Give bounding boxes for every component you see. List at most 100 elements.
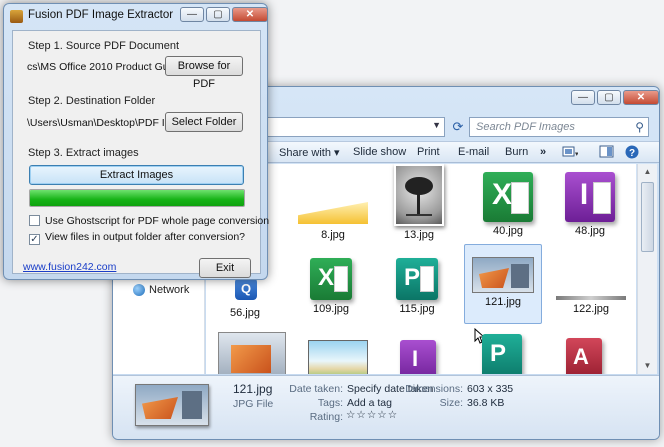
strip-image-thumbnail [556,296,626,300]
extract-images-button[interactable]: Extract Images [29,165,244,185]
infopath-icon: I [565,172,615,222]
step3-label: Step 3. Extract images [28,147,139,159]
search-icon[interactable]: ⚲ [635,120,644,134]
rating-label: Rating: [309,411,343,423]
network-icon [133,284,145,297]
publisher-p-icon: P [403,264,420,291]
search-input[interactable]: Search PDF Images ⚲ [469,117,649,137]
star-icon[interactable]: ☆ [346,409,356,421]
maximize-button[interactable]: ▢ [206,7,230,22]
excel-icon: X [310,258,352,300]
minimize-button[interactable]: — [571,90,595,105]
step1-label: Step 1. Source PDF Document [28,40,180,52]
file-name: 40.jpg [493,225,523,237]
view-options-icon[interactable]: ▾ [562,145,579,159]
file-name: 8.jpg [321,229,345,241]
help-icon[interactable]: ? [625,145,641,159]
star-icon[interactable]: ☆ [356,409,366,421]
date-taken-label: Date taken: [289,383,343,395]
excel-x-icon: X [491,178,512,211]
infopath-i-icon: I [411,346,419,371]
svg-text:?: ? [629,148,635,159]
checkbox-box[interactable]: ✓ [29,234,40,245]
maximize-button[interactable]: ▢ [597,90,621,105]
scroll-down-icon[interactable]: ▼ [638,358,657,374]
file-item[interactable]: P 115.jpg [378,252,456,315]
print-button[interactable]: Print [417,146,440,158]
star-icon[interactable]: ☆ [377,409,387,421]
file-item[interactable]: I 48.jpg [551,172,629,237]
close-button[interactable]: ✕ [232,7,268,22]
dialog-body: Step 1. Source PDF Document cs\MS Office… [12,30,269,278]
file-item[interactable]: 13.jpg [380,164,458,241]
star-icon[interactable]: ☆ [367,409,377,421]
preview-pane-icon[interactable] [599,145,615,159]
exit-button[interactable]: Exit [199,258,251,278]
website-link[interactable]: www.fusion242.com [23,261,116,273]
search-placeholder: Search PDF Images [476,121,575,133]
file-view: 8.jpg 13.jpg X 40.jpg I 48.jpg Q 56.jpg … [206,164,636,374]
progress-fill [30,190,244,206]
nav-item-network[interactable]: Network [133,284,190,297]
share-with-menu[interactable]: Share with ▾ [279,146,340,159]
tags-label: Tags: [317,397,343,409]
file-name: 115.jpg [399,303,435,315]
app-icon [10,10,23,23]
file-item[interactable]: X 109.jpg [292,252,370,315]
scrollbar-thumb[interactable] [641,182,654,252]
extractor-dialog: Fusion PDF Image Extractor — ▢ ✕ Step 1.… [3,3,269,280]
file-name: 121.jpg [484,296,522,308]
browse-pdf-button[interactable]: Browse for PDF [165,56,243,90]
close-button[interactable]: ✕ [623,90,659,105]
size-label: Size: [439,397,463,409]
star-icon[interactable]: ☆ [388,409,398,421]
more-commands-button[interactable]: » [540,146,546,158]
file-item[interactable]: 122.jpg [552,252,630,315]
rating-stars[interactable]: ☆☆☆☆☆ [346,409,398,421]
select-folder-button[interactable]: Select Folder [165,112,243,132]
publisher-p-icon: P [489,340,506,367]
view-files-checkbox[interactable]: ✓ View files in output folder after conve… [29,231,245,245]
file-item[interactable]: X 40.jpg [469,172,547,237]
office-screenshot-thumbnail[interactable] [218,332,286,374]
dialog-title: Fusion PDF Image Extractor [28,9,174,21]
burn-button[interactable]: Burn [505,146,528,158]
access-a-icon: A [573,344,589,369]
infopath-i-icon: I [579,178,589,211]
image-thumbnail [298,172,368,226]
publisher-icon: P [396,258,438,300]
publisher-icon[interactable]: P [482,334,522,374]
email-button[interactable]: E-mail [458,146,489,158]
scroll-up-icon[interactable]: ▲ [638,164,657,180]
share-with-label: Share with [279,147,331,159]
dialog-window-controls: — ▢ ✕ [180,7,268,22]
refresh-icon[interactable]: ⟳ [449,119,467,135]
file-name: 56.jpg [230,307,260,319]
explorer-window-controls: — ▢ ✕ [571,90,659,105]
details-thumbnail [135,384,209,426]
access-icon[interactable]: A [566,338,602,374]
details-pane: 121.jpg JPG File Date taken: Specify dat… [113,375,659,439]
chevron-down-icon[interactable]: ▼ [432,120,441,130]
file-item[interactable]: 8.jpg [294,172,372,241]
dimensions-label: Dimensions: [405,383,463,395]
dimensions-value: 603 x 335 [467,383,514,395]
file-name: 122.jpg [572,303,610,315]
slide-show-button[interactable]: Slide show [353,146,406,158]
file-item-selected[interactable]: 121.jpg [464,244,542,324]
beach-photo-thumbnail[interactable] [308,340,368,374]
ghostscript-label: Use Ghostscript for PDF whole page conve… [45,215,270,227]
checkbox-box[interactable] [29,215,40,226]
infopath-icon[interactable]: I [400,340,436,374]
step2-label: Step 2. Destination Folder [28,95,156,107]
view-files-label: View files in output folder after conver… [45,231,246,243]
office-screenshot-thumbnail [472,257,534,293]
vertical-scrollbar[interactable]: ▲ ▼ [637,164,657,374]
file-name: 109.jpg [312,303,350,315]
svg-text:▾: ▾ [575,151,578,158]
minimize-button[interactable]: — [180,7,204,22]
ghostscript-checkbox[interactable]: Use Ghostscript for PDF whole page conve… [29,215,269,227]
nav-network-label: Network [149,284,190,296]
tree-photo-thumbnail [394,164,444,226]
file-name: 48.jpg [575,225,605,237]
